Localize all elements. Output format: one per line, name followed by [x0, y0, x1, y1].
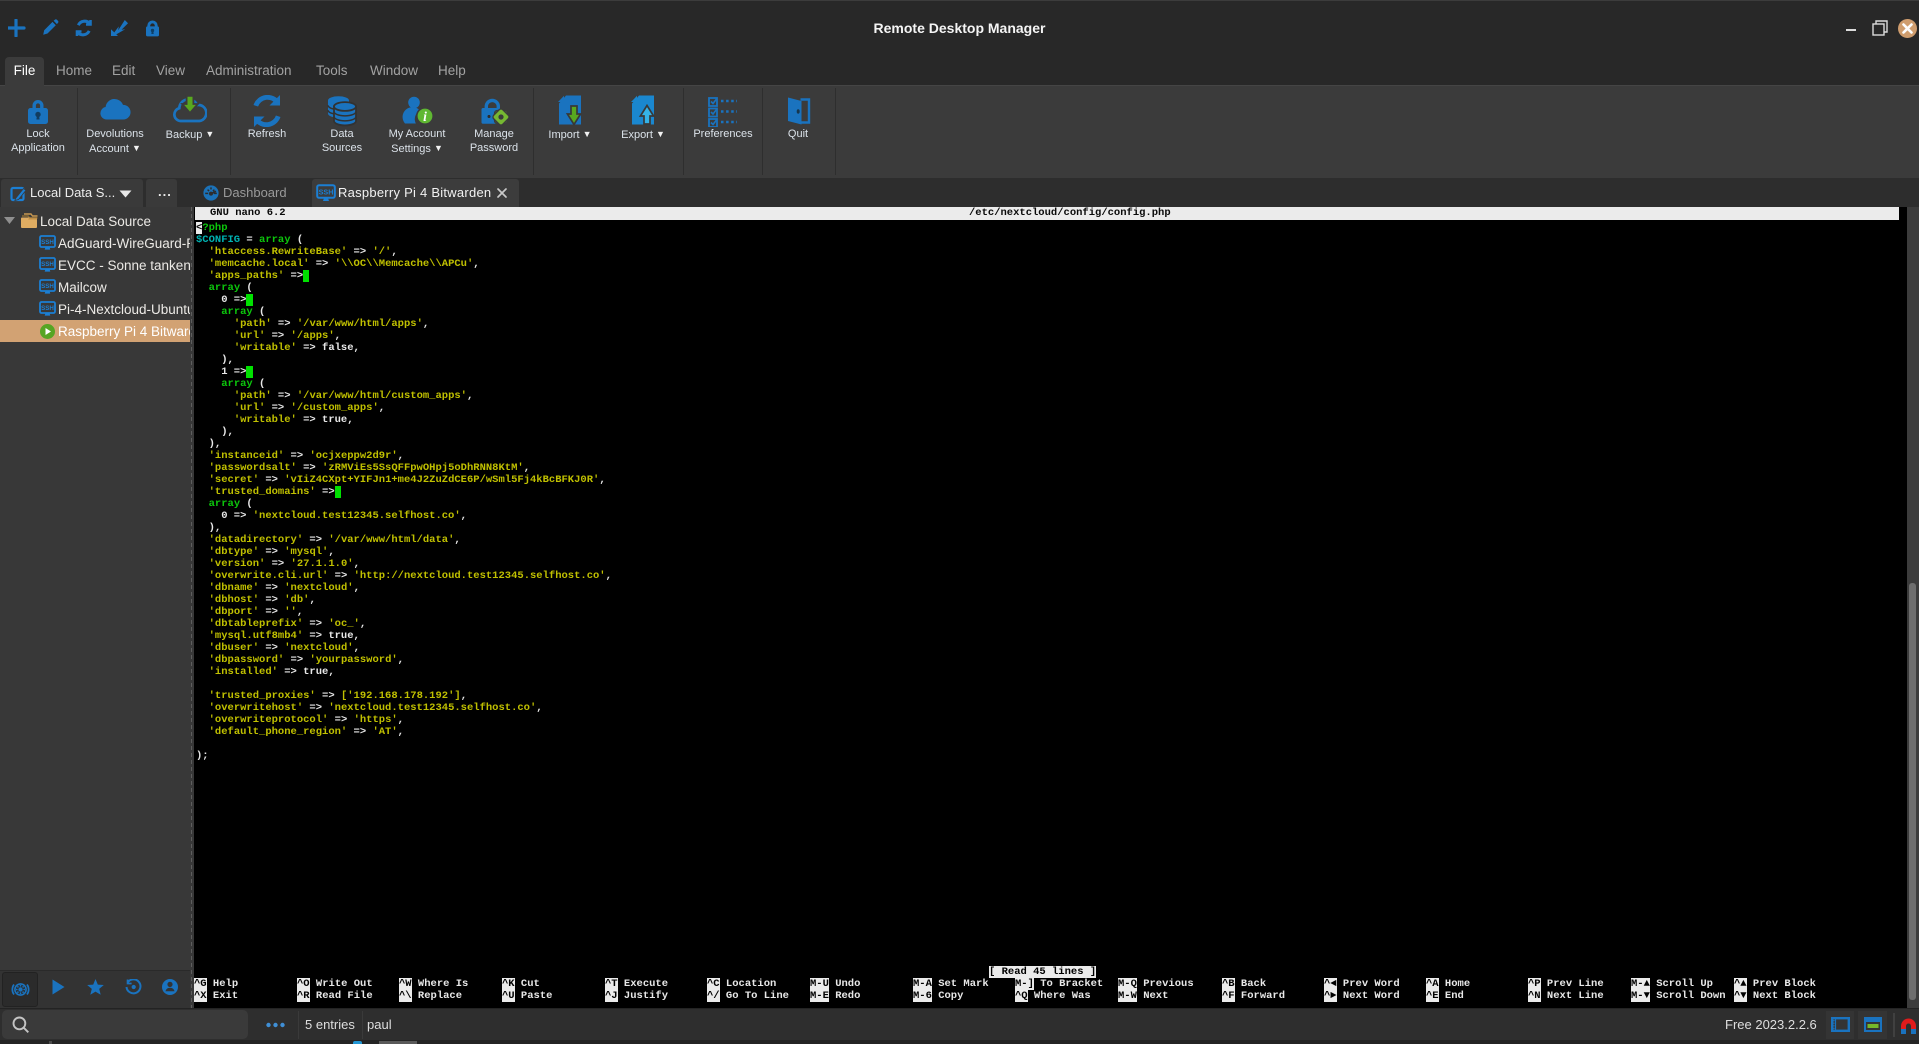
svg-text:i: i	[423, 109, 427, 124]
svg-text:SSH: SSH	[41, 305, 54, 312]
svg-text:SSH: SSH	[319, 188, 334, 197]
svg-text:SSH: SSH	[41, 283, 54, 290]
svg-text:SSH: SSH	[41, 261, 54, 268]
svg-text:SSH: SSH	[41, 239, 54, 246]
